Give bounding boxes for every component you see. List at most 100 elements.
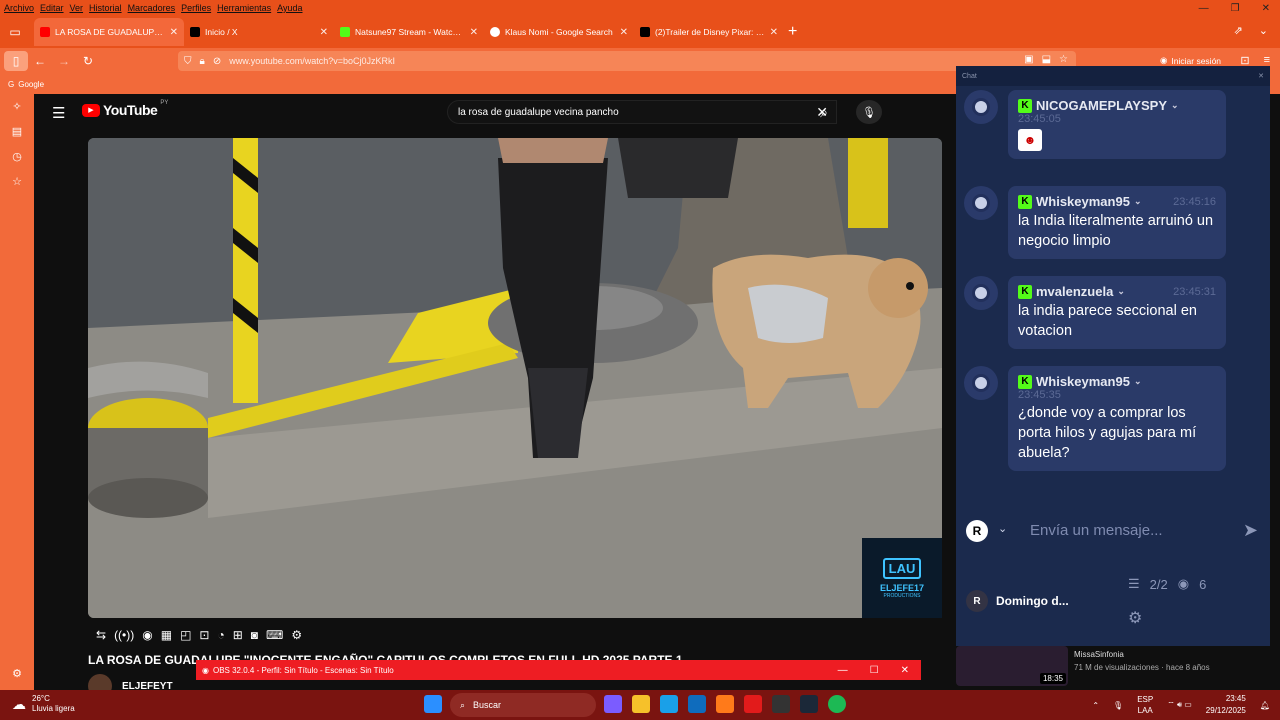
obs-window-titlebar[interactable]: ◉ OBS 32.0.4 - Perfil: Sin Título - Esce… (196, 660, 921, 680)
user-avatar[interactable] (964, 90, 998, 124)
username[interactable]: NICOGAMEPLAYSPY (1036, 98, 1167, 113)
clock[interactable]: 23:45 29/12/2025 (1206, 693, 1246, 717)
video-thumbnail[interactable]: 18:35 (956, 646, 1068, 686)
history-icon[interactable]: ◷ (12, 150, 22, 163)
back-icon[interactable]: ← (28, 51, 52, 71)
reload-icon[interactable]: ↻ (76, 51, 100, 71)
forward-icon[interactable]: → (52, 51, 76, 71)
menu-editar[interactable]: Editar (40, 3, 64, 13)
channel-watermark[interactable]: LAU ELJEFE17 PRODUCTIONS (862, 538, 942, 618)
new-tab-icon[interactable]: + (788, 23, 797, 41)
address-bar[interactable]: ⛉ 🔒︎ ⊘ www.youtube.com/watch?v=boCj0JzKR… (178, 51, 1076, 71)
tab-google[interactable]: Klaus Nomi - Google Search ✕ (484, 18, 634, 46)
menu-perfiles[interactable]: Perfiles (181, 3, 211, 13)
save-page-icon[interactable]: ⬓ (1042, 54, 1051, 65)
chevron-down-icon[interactable]: ⌄ (1134, 376, 1142, 387)
keyboard-icon[interactable]: ⌨ (266, 628, 283, 642)
username[interactable]: Whiskeyman95 (1036, 374, 1130, 389)
menu-historial[interactable]: Historial (89, 3, 122, 13)
close-tab-icon[interactable]: ✕ (770, 27, 778, 38)
obs-minimize-icon[interactable]: — (838, 665, 848, 676)
chat-settings-icon[interactable]: ⚙ (1128, 608, 1142, 628)
taskbar-search[interactable]: ⌕ Buscar (450, 693, 596, 717)
username[interactable]: Whiskeyman95 (1036, 194, 1130, 209)
visibility-icon[interactable]: ◉ (142, 628, 152, 642)
close-tab-icon[interactable]: ✕ (320, 27, 328, 38)
signin-button[interactable]: ◉ Iniciar sesión (1160, 55, 1221, 66)
microphone-icon[interactable]: 🎙︎ (856, 100, 882, 124)
message-user[interactable]: K NICOGAMEPLAYSPY ⌄ (1018, 98, 1216, 113)
chat-message-input[interactable]: Envía un mensaje... (1030, 522, 1163, 539)
chat-close-icon[interactable]: ✕ (1258, 72, 1264, 80)
youtube-logo[interactable]: ▶ YouTube PY (82, 100, 168, 118)
obs-close-icon[interactable]: ✕ (901, 665, 909, 676)
edge-icon[interactable] (660, 695, 678, 713)
user-avatar[interactable] (964, 366, 998, 400)
maximize-icon[interactable]: ❐ (1231, 3, 1240, 14)
user-badge[interactable]: R (966, 520, 988, 542)
username[interactable]: mvalenzuela (1036, 284, 1113, 299)
sidebar-settings-icon[interactable]: ⚙ (12, 667, 22, 680)
network-icon[interactable]: ⌔ 🔊︎ ▭ (1167, 700, 1192, 710)
channel-name[interactable]: MissaSinfonia (1074, 650, 1210, 659)
close-icon[interactable]: ✕ (1262, 3, 1270, 14)
obs-maximize-icon[interactable]: ☐ (870, 665, 879, 676)
outlook-icon[interactable] (688, 695, 706, 713)
microphone-tray-icon[interactable]: 🎙︎ (1113, 701, 1123, 710)
audio-icon[interactable]: ((•)) (114, 628, 134, 642)
close-tab-icon[interactable]: ✕ (170, 27, 178, 38)
menu-marcadores[interactable]: Marcadores (128, 3, 176, 13)
lock-icon[interactable]: 🔒︎ (200, 56, 205, 67)
screenshot-icon[interactable]: ◙ (251, 628, 258, 642)
message-user[interactable]: K Whiskeyman95 ⌄ (1018, 374, 1216, 389)
menu-archivo[interactable]: Archivo (4, 3, 34, 13)
recommended-video[interactable]: 18:35 MissaSinfonia 71 M de visualizacio… (956, 646, 1270, 688)
speed-icon[interactable]: ◔ (217, 628, 224, 642)
extensions-icon[interactable]: ⇗ (1234, 24, 1243, 37)
start-icon[interactable] (424, 695, 442, 713)
fit-icon[interactable]: ⊡ (199, 628, 209, 642)
settings-icon[interactable]: ⚙ (291, 628, 302, 642)
chevron-up-icon[interactable]: ⌃ (1092, 701, 1099, 710)
pip-icon[interactable]: ▣ (1024, 54, 1033, 65)
hamburger-menu-icon[interactable]: ☰ (52, 104, 65, 122)
menu-ver[interactable]: Ver (70, 3, 84, 13)
youtube-app-icon[interactable] (744, 695, 762, 713)
video-player[interactable] (88, 138, 942, 618)
loop-icon[interactable]: ⇆ (96, 628, 106, 642)
steam-icon[interactable] (800, 695, 818, 713)
permissions-icon[interactable]: ⊘ (213, 56, 221, 67)
firefox-icon[interactable] (716, 695, 734, 713)
chevron-down-icon[interactable]: ⌄ (1117, 286, 1125, 297)
timestamp-icon[interactable]: ⊞ (233, 628, 243, 642)
channel-chip[interactable]: R Domingo d... (966, 590, 1069, 612)
tab-youtube[interactable]: LA ROSA DE GUADALUPE "INOC ✕ (34, 18, 184, 46)
ai-icon[interactable]: ✧ (12, 100, 21, 113)
cinema-icon[interactable]: ▦ (161, 628, 172, 642)
spotify-icon[interactable] (828, 695, 846, 713)
weather-widget[interactable]: ☁ 26°C Lluvia ligera (12, 694, 75, 714)
obs-app-icon[interactable] (772, 695, 790, 713)
search-icon[interactable]: ⌕ (809, 100, 839, 124)
menu-ayuda[interactable]: Ayuda (277, 3, 302, 13)
tab-kick[interactable]: Natsune97 Stream - Watch Live ✕ (334, 18, 484, 46)
send-icon[interactable]: ➤ (1243, 520, 1258, 541)
notifications-icon[interactable]: 🔔︎ (1260, 701, 1270, 710)
chevron-down-icon[interactable]: ⌄ (1171, 100, 1179, 111)
user-avatar[interactable] (964, 276, 998, 310)
youtube-search-input[interactable]: la rosa de guadalupe vecina pancho ✕ (447, 100, 837, 124)
language-indicator[interactable]: ESP LAA (1137, 694, 1153, 716)
close-tab-icon[interactable]: ✕ (620, 27, 628, 38)
menu-herramientas[interactable]: Herramientas (217, 3, 271, 13)
tab-list-icon[interactable]: ⌄ (1259, 24, 1268, 37)
close-tab-icon[interactable]: ✕ (470, 27, 478, 38)
bookmark-star-icon[interactable]: ☆ (1059, 54, 1068, 65)
shield-icon[interactable]: ⛉ (184, 56, 192, 67)
file-explorer-icon[interactable] (632, 695, 650, 713)
bookmarks-icon[interactable]: ☆ (12, 175, 22, 188)
sidebar-toggle-icon[interactable]: ▯ (4, 51, 28, 71)
minimize-icon[interactable]: — (1199, 3, 1209, 14)
bookmark-google[interactable]: Google (18, 80, 44, 89)
reading-list-icon[interactable]: ▤ (12, 125, 22, 138)
chevron-down-icon[interactable]: ⌄ (1134, 196, 1142, 207)
